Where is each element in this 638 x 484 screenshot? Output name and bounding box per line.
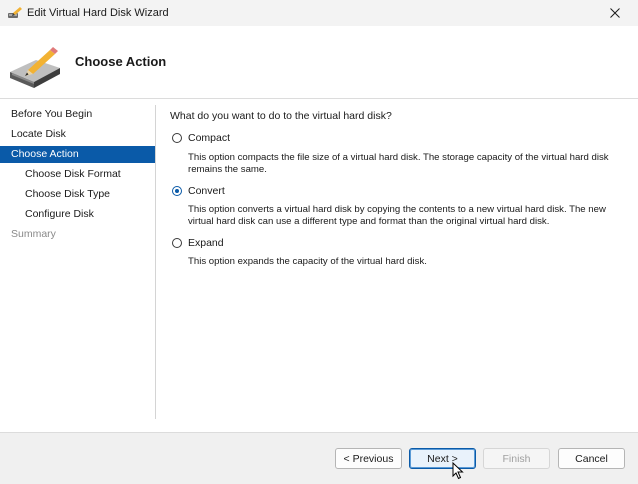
expand-radio-option[interactable]: Expand — [170, 237, 224, 249]
expand-description: This option expands the capacity of the … — [188, 256, 427, 267]
nav-step-choose-disk-type[interactable]: Choose Disk Type — [0, 186, 155, 203]
title-bar: Edit Virtual Hard Disk Wizard — [0, 0, 638, 26]
compact-description: This option compacts the file size of a … — [188, 152, 609, 175]
finish-button: Finish — [483, 448, 550, 469]
nav-step-before-you-begin[interactable]: Before You Begin — [0, 106, 155, 123]
wizard-header: Choose Action — [0, 26, 638, 99]
page-title: Choose Action — [75, 54, 167, 69]
nav-step-choose-disk-format[interactable]: Choose Disk Format — [0, 166, 155, 183]
window-title: Edit Virtual Hard Disk Wizard — [27, 7, 169, 19]
close-button[interactable] — [592, 0, 638, 26]
mouse-pointer-icon — [452, 462, 464, 480]
disk-pencil-icon — [8, 7, 22, 18]
disk-pencil-icon — [10, 47, 60, 88]
convert-radio-option[interactable]: Convert — [170, 185, 225, 197]
next-button[interactable]: Next > — [409, 448, 476, 469]
wizard-steps-nav: Before You Begin Locate Disk Choose Acti… — [0, 99, 155, 419]
nav-divider — [155, 105, 156, 419]
nav-step-summary: Summary — [11, 228, 56, 240]
convert-label[interactable]: Convert — [188, 185, 225, 197]
expand-label[interactable]: Expand — [188, 237, 224, 249]
compact-radio[interactable] — [172, 133, 182, 143]
previous-button[interactable]: < Previous — [335, 448, 402, 469]
wizard-footer: < Previous Next > Finish Cancel — [0, 432, 638, 484]
convert-radio[interactable] — [172, 186, 182, 196]
close-icon — [610, 8, 620, 18]
compact-radio-option[interactable]: Compact — [170, 132, 230, 144]
convert-description: This option converts a virtual hard disk… — [188, 204, 606, 227]
expand-radio[interactable] — [172, 238, 182, 248]
nav-step-choose-action[interactable]: Choose Action — [0, 146, 155, 163]
wizard-body: Before You Begin Locate Disk Choose Acti… — [0, 99, 638, 432]
question-text: What do you want to do to the virtual ha… — [170, 110, 392, 122]
nav-step-configure-disk[interactable]: Configure Disk — [0, 206, 155, 223]
nav-step-locate-disk[interactable]: Locate Disk — [0, 126, 155, 143]
compact-label[interactable]: Compact — [188, 132, 230, 144]
cancel-button[interactable]: Cancel — [558, 448, 625, 469]
action-options: What do you want to do to the virtual ha… — [170, 99, 630, 419]
